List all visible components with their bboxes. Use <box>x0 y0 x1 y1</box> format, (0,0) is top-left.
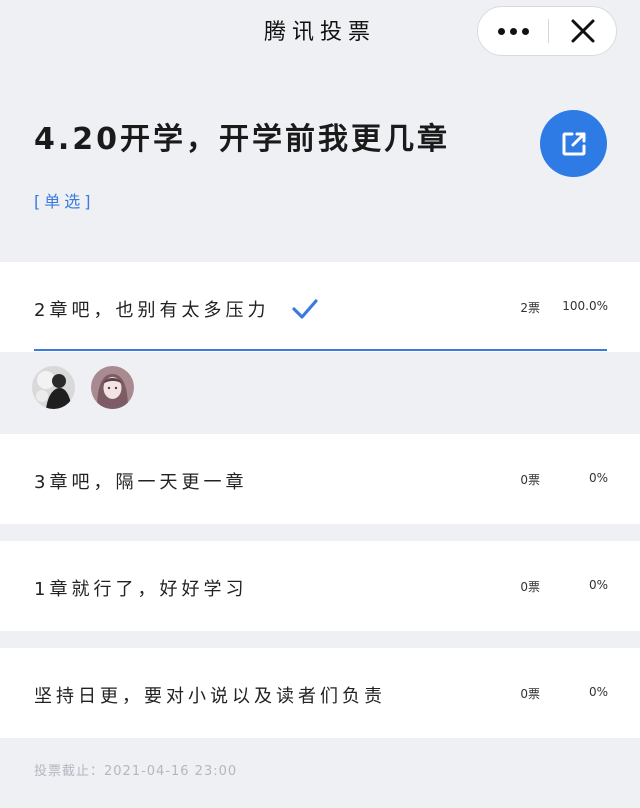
mini-program-capsule <box>477 6 617 56</box>
progress-fill <box>34 349 607 351</box>
poll-title: 4.20开学，开学前我更几章 <box>34 122 451 157</box>
option-label: 3章吧，隔一天更一章 <box>34 472 248 493</box>
poll-type-label: [单选] <box>34 192 95 211</box>
option-label: 1章就行了，好好学习 <box>34 579 248 600</box>
option-1-progress-bar <box>34 349 607 351</box>
poll-option-4[interactable]: 坚持日更，要对小说以及读者们负责 0票 0% <box>0 648 640 738</box>
poll-deadline: 投票截止：2021-04-16 23:00 <box>34 764 238 779</box>
option-votes: 0票 <box>520 473 540 487</box>
more-button[interactable] <box>478 7 548 55</box>
option-percent: 0% <box>588 471 608 485</box>
more-dot <box>521 27 529 35</box>
voter-avatar-2[interactable] <box>91 366 134 409</box>
option-votes: 0票 <box>520 580 540 594</box>
avatar-image <box>32 366 75 409</box>
close-button[interactable] <box>549 7 617 55</box>
poll-option-1[interactable]: 2章吧，也别有太多压力 2票 100.0% <box>0 262 640 352</box>
more-dot <box>509 27 517 35</box>
close-icon <box>571 19 595 43</box>
option-votes: 0票 <box>520 687 540 701</box>
external-link-icon <box>562 132 585 155</box>
option-label: 坚持日更，要对小说以及读者们负责 <box>34 686 386 707</box>
top-bar: 腾讯投票 <box>0 0 640 64</box>
share-button[interactable] <box>540 110 607 177</box>
poll-option-3[interactable]: 1章就行了，好好学习 0票 0% <box>0 541 640 631</box>
option-percent: 100.0% <box>562 299 608 313</box>
poll-option-2[interactable]: 3章吧，隔一天更一章 0票 0% <box>0 434 640 524</box>
more-dots-icon <box>497 27 505 35</box>
option-percent: 0% <box>588 685 608 699</box>
avatar-image <box>91 366 134 409</box>
option-votes: 2票 <box>520 301 540 315</box>
voter-avatar-1[interactable] <box>32 366 75 409</box>
option-percent: 0% <box>588 578 608 592</box>
checkmark-icon <box>292 299 318 319</box>
option-label: 2章吧，也别有太多压力 <box>34 300 270 321</box>
